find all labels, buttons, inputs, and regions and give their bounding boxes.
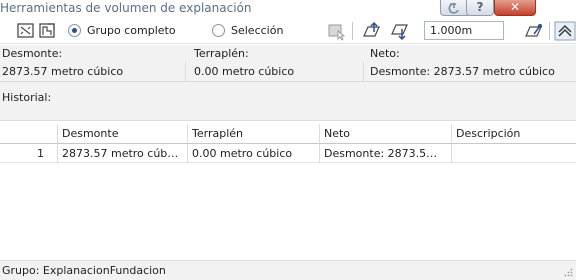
close-button[interactable]: ✕: [494, 0, 536, 16]
status-bar: Grupo: ExplanacionFundacion: [0, 260, 576, 280]
resize-grip-icon[interactable]: [564, 268, 573, 277]
help-icon: ?: [476, 0, 484, 14]
raise-grading-icon[interactable]: [362, 21, 382, 41]
column-header-description[interactable]: Descripción: [452, 124, 576, 144]
selection-label[interactable]: Selección: [231, 24, 283, 37]
help-button[interactable]: ?: [466, 0, 494, 16]
row-fill[interactable]: 0.00 metro cúbico: [188, 144, 320, 163]
column-header-cut[interactable]: Desmonte: [58, 124, 188, 144]
row-net[interactable]: Desmonte: 2873.5…: [320, 144, 452, 163]
full-group-radio[interactable]: [68, 24, 81, 37]
automatic-balance-icon[interactable]: [524, 21, 544, 41]
row-index[interactable]: 1: [0, 144, 58, 163]
selection-radio[interactable]: [212, 24, 225, 37]
expand-collapse-icon[interactable]: [554, 21, 576, 41]
elevation-step-input[interactable]: 1.000m: [424, 21, 504, 40]
restore-icon: [448, 3, 459, 14]
net-value: Desmonte: 2873.57 metro cúbico: [364, 62, 576, 81]
full-group-label[interactable]: Grupo completo: [87, 24, 176, 37]
toolbar-separator-2: [549, 22, 550, 40]
row-cut[interactable]: 2873.57 metro cúb…: [58, 144, 188, 163]
surface-icon[interactable]: [38, 21, 58, 41]
lower-grading-icon[interactable]: [390, 21, 410, 41]
toolbar: Grupo completo Selección 1.000m: [0, 19, 576, 44]
title-bar: Herramientas de volumen de explanación ?…: [0, 0, 576, 17]
net-header: Neto:: [364, 45, 576, 62]
select-object-icon[interactable]: [326, 21, 346, 41]
zoom-extents-icon[interactable]: [16, 21, 36, 41]
fill-header: Terraplén:: [186, 45, 364, 62]
close-icon: ✕: [509, 0, 521, 14]
fill-value: 0.00 metro cúbico: [186, 62, 364, 81]
row-description[interactable]: [452, 144, 576, 163]
window-title: Herramientas de volumen de explanación: [0, 1, 252, 15]
history-divider: [0, 120, 576, 121]
column-header-fill[interactable]: Terraplén: [188, 124, 320, 144]
status-group-text: Grupo: ExplanacionFundacion: [2, 264, 166, 277]
restore-button[interactable]: [440, 0, 468, 16]
cut-value: 2873.57 metro cúbico: [0, 62, 186, 81]
cut-header: Desmonte:: [0, 45, 186, 62]
column-header-net[interactable]: Neto: [320, 124, 452, 144]
toolbar-separator: [352, 22, 353, 40]
column-header-index: [0, 124, 58, 144]
history-label: Historial:: [0, 82, 576, 120]
